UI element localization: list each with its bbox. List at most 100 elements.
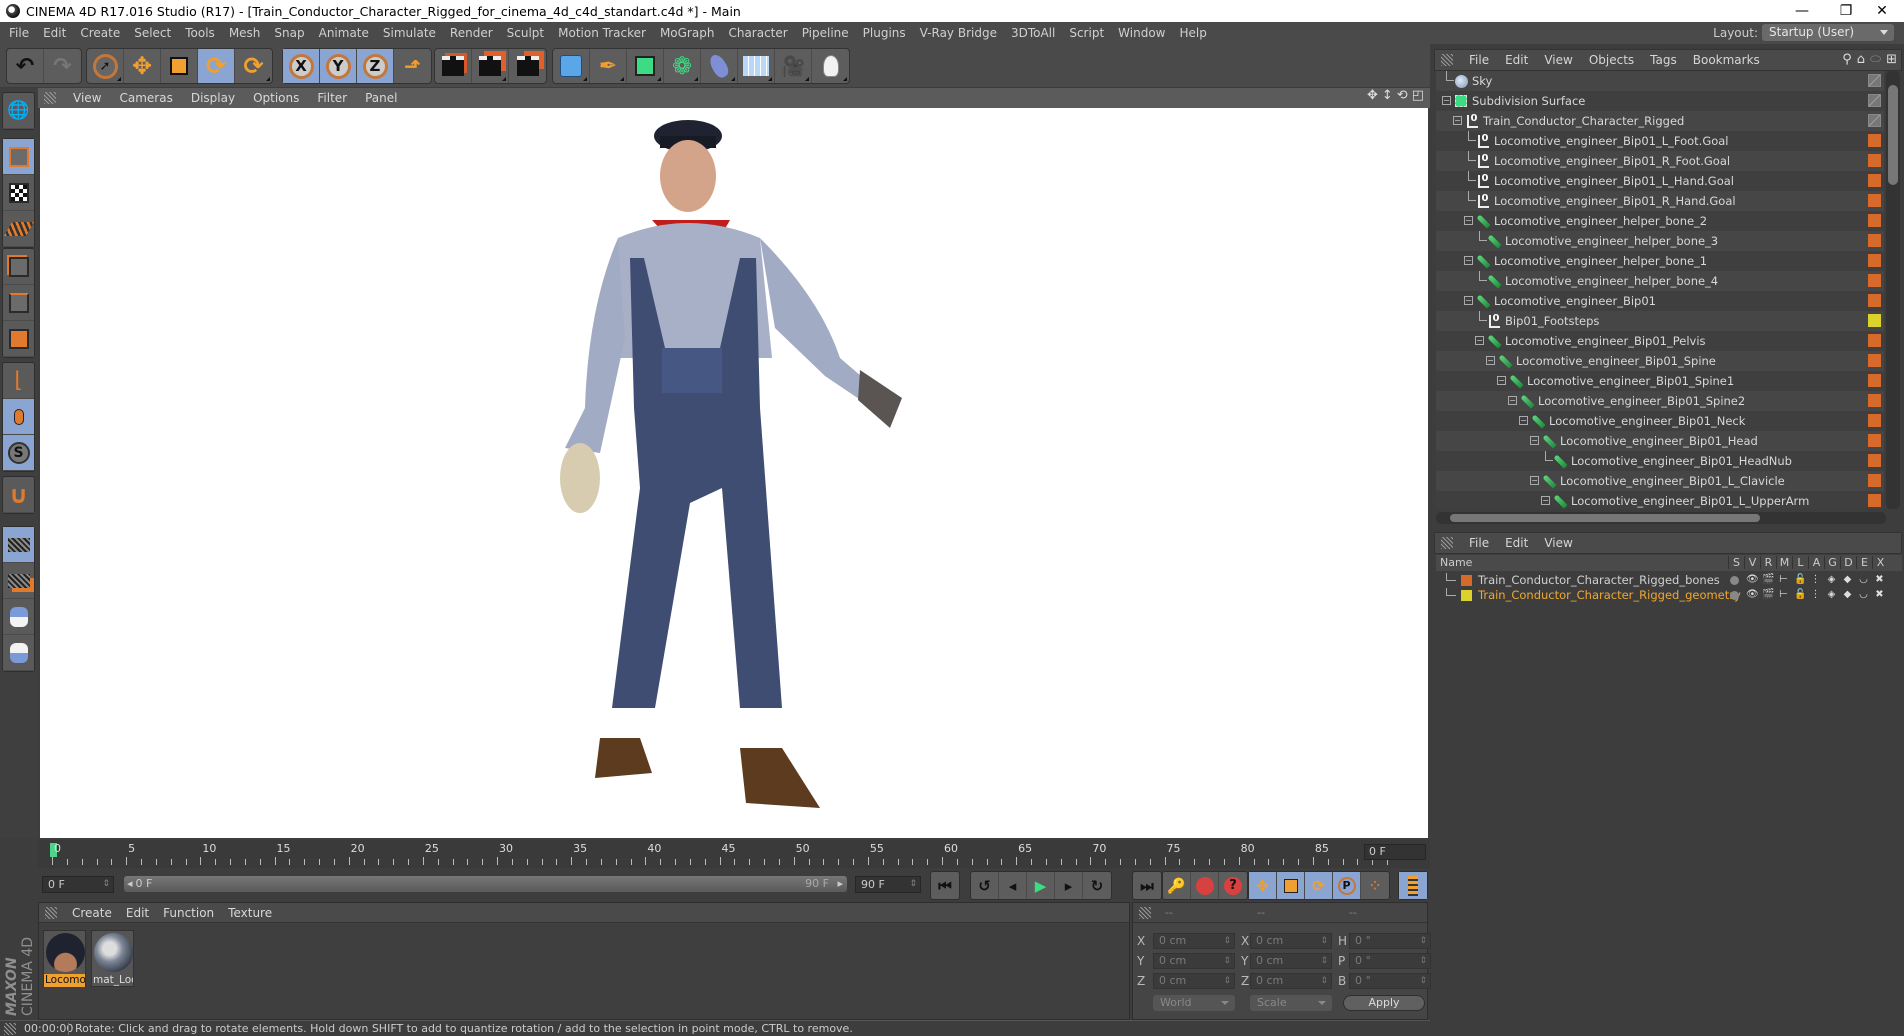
orbit-icon[interactable]: ⟲ [1397,88,1408,103]
expand-toggle-icon[interactable]: − [1464,296,1473,305]
render-settings-button[interactable] [509,49,546,83]
viewport-menu-display[interactable]: Display [182,91,244,105]
axis-mode-button[interactable]: ⌊ [3,363,34,399]
camera-button[interactable]: 🎥 [775,49,812,83]
render-icon[interactable]: 🎬 [1762,574,1774,586]
layer-color-swatch[interactable] [1461,590,1472,601]
layer-color-tag-icon[interactable] [1868,234,1881,247]
search-icon[interactable]: ⚲ [1842,52,1852,67]
pen-button[interactable]: ✒ [590,49,627,83]
object-row[interactable]: 0 Locomotive_engineer_Bip01_L_Foot.Goal [1436,131,1884,151]
object-row[interactable]: − Locomotive_engineer_Bip01_Spine2 [1436,391,1884,411]
previous-key-button[interactable]: ↺ [971,872,999,899]
layer-color-tag-icon[interactable] [1868,314,1881,327]
parameter-key-button[interactable]: P [1333,872,1361,899]
cube-button[interactable] [553,49,590,83]
layer-color-tag-icon[interactable] [1868,374,1881,387]
panel-grip-icon[interactable] [1441,54,1453,66]
frame-range-slider[interactable]: ◂ 0 F 90 F ▸ [124,876,847,892]
keyframe-selection-button[interactable]: ? [1219,872,1247,899]
menu-script[interactable]: Script [1062,26,1111,40]
expand-toggle-icon[interactable]: − [1508,396,1517,405]
coordinate-system-button[interactable]: ⬏ [394,49,431,83]
make-editable-button[interactable]: 🌐 [3,93,34,129]
solo-toggle-icon[interactable] [1730,576,1739,585]
layer-color-tag-icon[interactable] [1868,274,1881,287]
view-icon[interactable]: 👁 [1746,574,1759,586]
menu-edit[interactable]: Edit [36,26,73,40]
snap-button[interactable]: ∪ [3,477,34,513]
points-mode-button[interactable] [3,249,34,285]
viewport-menu-filter[interactable]: Filter [308,91,356,105]
panel-grip-icon[interactable] [1139,906,1151,919]
object-list[interactable]: Sky − Subdivision Surface −0 Train_Conductor… [1436,71,1884,509]
layer-column-m[interactable]: M [1776,556,1792,569]
material-menu-function[interactable]: Function [156,906,221,920]
object-row[interactable]: − Locomotive_engineer_Bip01_L_Clavicle [1436,471,1884,491]
coordinate-mode-dropdown[interactable]: World [1153,995,1235,1011]
z-axis-button[interactable]: Z [357,49,394,83]
timeline-button[interactable] [1399,872,1427,899]
expand-toggle-icon[interactable]: − [1541,496,1550,505]
expressions-icon[interactable]: ◡ [1858,574,1869,586]
x-axis-button[interactable]: X [283,49,320,83]
view-icon[interactable]: 👁 [1746,589,1759,601]
layer-column-r[interactable]: R [1760,556,1776,569]
om-menu-view[interactable]: View [1536,53,1580,67]
solo-button[interactable]: S [3,435,34,471]
scale-key-button[interactable] [1277,872,1305,899]
visibility-toggle-icon[interactable] [1868,74,1881,87]
lock-icon[interactable]: 🔓 [1794,589,1806,601]
menu-window[interactable]: Window [1111,26,1172,40]
light-button[interactable] [812,49,849,83]
visibility-toggle-icon[interactable] [1868,94,1881,107]
om-menu-file[interactable]: File [1461,53,1497,67]
om-menu-edit[interactable]: Edit [1497,53,1536,67]
solo-toggle-icon[interactable] [1730,591,1739,600]
layer-color-tag-icon[interactable] [1868,154,1881,167]
material-menu-edit[interactable]: Edit [119,906,156,920]
object-row[interactable]: 0 Locomotive_engineer_Bip01_R_Hand.Goal [1436,191,1884,211]
menu-vray-bridge[interactable]: V-Ray Bridge [913,26,1004,40]
expand-toggle-icon[interactable]: − [1464,216,1473,225]
animation-icon[interactable]: ⋮ [1810,589,1821,601]
object-row[interactable]: Locomotive_engineer_helper_bone_3 [1436,231,1884,251]
expand-toggle-icon[interactable]: − [1530,436,1539,445]
layer-color-tag-icon[interactable] [1868,194,1881,207]
layer-column-name[interactable]: Name [1440,556,1472,569]
object-row[interactable]: − Locomotive_engineer_Bip01 [1436,291,1884,311]
menu-help[interactable]: Help [1172,26,1213,40]
xref-icon[interactable]: ✖ [1874,574,1885,586]
size-z-field[interactable]: 0 cm [1250,973,1332,989]
start-frame-field[interactable]: 0 F ⇕ [42,876,114,893]
record-active-objects-button[interactable]: 🔑 [1163,872,1191,899]
workplane-lock-button[interactable] [3,527,34,563]
object-row[interactable]: − Locomotive_engineer_Bip01_Pelvis [1436,331,1884,351]
expand-toggle-icon[interactable]: − [1497,376,1506,385]
pos-x-field[interactable]: 0 cm [1153,933,1235,949]
autokeying-button[interactable] [1191,872,1219,899]
manager-icon[interactable]: ⊢ [1778,574,1789,586]
layer-column-s[interactable]: S [1728,556,1744,569]
y-axis-button[interactable]: Y [320,49,357,83]
layer-color-tag-icon[interactable] [1868,494,1881,507]
rot-p-field[interactable]: 0 ° [1349,953,1431,969]
next-key-button[interactable]: ↻ [1083,872,1111,899]
layer-color-tag-icon[interactable] [1868,394,1881,407]
subdivision-surface-button[interactable] [627,49,664,83]
expand-toggle-icon[interactable]: − [1442,96,1451,105]
layer-column-x[interactable]: X [1872,556,1888,569]
size-y-field[interactable]: 0 cm [1250,953,1332,969]
layer-color-tag-icon[interactable] [1868,254,1881,267]
pan-icon[interactable]: ✥ [1367,88,1378,103]
object-row[interactable]: 0 Bip01_Footsteps [1436,311,1884,331]
floor-button[interactable] [738,49,775,83]
material-menu-texture[interactable]: Texture [221,906,279,920]
expand-toggle-icon[interactable]: − [1464,256,1473,265]
material-menu-create[interactable]: Create [65,906,119,920]
manager-icon[interactable]: ⊢ [1778,589,1789,601]
menu-file[interactable]: File [0,26,36,40]
panel-grip-icon[interactable] [45,906,57,919]
redo-button[interactable]: ↷ [44,49,81,83]
layer-column-g[interactable]: G [1824,556,1840,569]
